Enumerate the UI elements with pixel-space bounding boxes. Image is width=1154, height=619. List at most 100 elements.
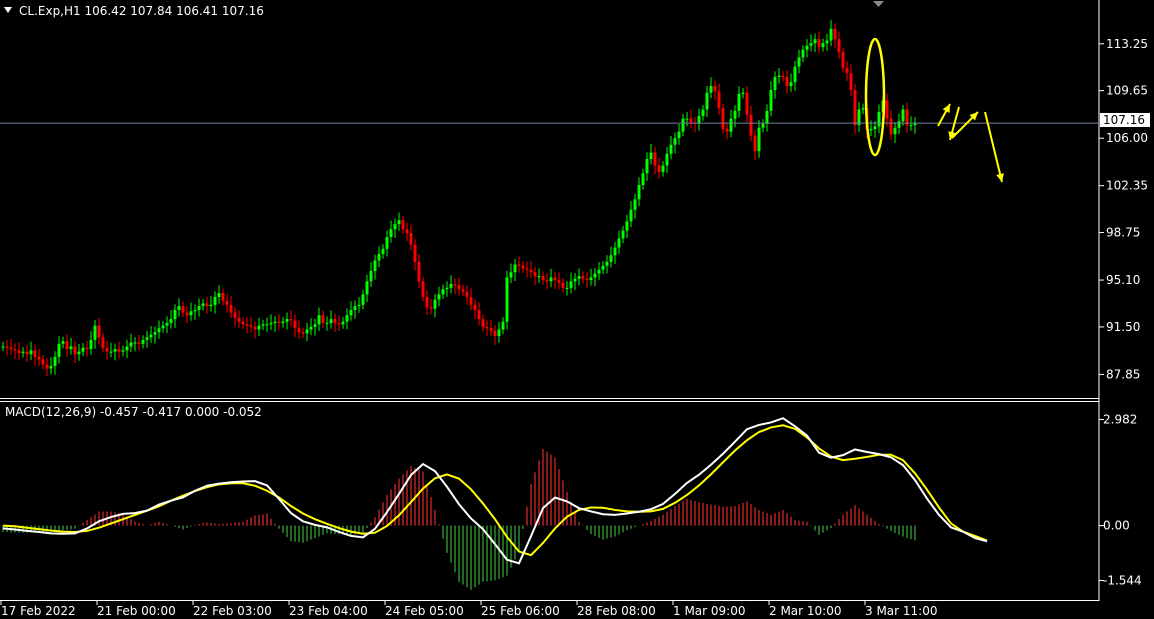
candle-body [121,350,125,352]
candle-body [681,118,685,132]
candle-body [545,280,549,282]
candle-body [741,92,745,94]
time-tick-label: 2 Mar 10:00 [769,604,842,618]
candle-body [525,268,529,270]
candle-body [13,349,17,351]
candle-body [673,138,677,145]
candle-body [897,121,901,128]
candle-body [753,135,757,152]
candle-body [677,131,681,139]
candle-body [573,278,577,282]
candle-body [725,129,729,132]
candle-body [129,342,133,347]
macd-tick-label: 0.00 [1103,519,1130,533]
price-tick-label: 98.75 [1106,226,1140,240]
candle-body [437,294,441,300]
candle-body [101,337,105,348]
candle-body [737,93,741,111]
candle-body [909,125,913,127]
candle-body [421,281,425,297]
candle-body [721,108,725,130]
candle-body [165,323,169,326]
time-tick-label: 28 Feb 08:00 [577,604,656,618]
candle-body [385,237,389,249]
candle-body [305,329,309,334]
candle-body [377,254,381,261]
candle-body [197,306,201,310]
candle-body [9,347,13,350]
candle-body [597,269,601,274]
candle-body [381,248,385,255]
candle-body [653,152,657,166]
price-tick-label: 102.35 [1106,179,1148,193]
candle-body [213,296,217,305]
candle-body [717,91,721,109]
candle-body [117,349,121,352]
candle-body [853,90,857,126]
macd-header: MACD(12,26,9) -0.457 -0.417 0.000 -0.052 [5,405,262,419]
candle-body [273,321,277,324]
candle-body [41,359,45,365]
candle-body [649,152,653,159]
candle-body [577,276,581,279]
candle-body [541,276,545,281]
candle-body [249,325,253,327]
candle-body [113,349,117,352]
candle-body [537,276,541,278]
candle-body [549,277,553,282]
candle-body [229,304,233,313]
candle-body [181,306,185,313]
candle-body [433,299,437,309]
candle-body [589,277,593,281]
candle-body [193,309,197,312]
candle-body [29,350,33,355]
macd-tick-label: 2.982 [1103,413,1137,427]
time-tick-label: 23 Feb 04:00 [289,604,368,618]
candle-body [345,315,349,322]
candle-body [189,311,193,316]
candle-body [513,264,517,273]
candle-body [729,118,733,132]
macd-tick-label: -1.544 [1103,573,1142,587]
candle-body [309,326,313,330]
candle-body [17,350,21,353]
candle-body [521,265,525,269]
candle-body [457,285,461,290]
candle-body [317,315,321,325]
candle-body [557,280,561,283]
candle-body [445,287,449,290]
candle-body [529,269,533,273]
candle-body [789,82,793,87]
candle-body [561,282,565,288]
candle-body [357,304,361,307]
candle-body [553,277,557,281]
price-tick-label: 113.25 [1106,37,1148,51]
candle-body [1,346,5,348]
candle-body [461,289,465,292]
candle-body [801,49,805,58]
candle-body [401,220,405,230]
candle-body [869,129,873,131]
candle-body [237,317,241,322]
candle-body [85,347,89,350]
candle-body [465,291,469,297]
candle-body [469,296,473,305]
candle-body [613,247,617,256]
candle-body [105,347,109,352]
candle-body [809,43,813,46]
candle-body [5,346,9,348]
candle-body [389,229,393,238]
time-tick-label: 3 Mar 11:00 [865,604,938,618]
candle-body [209,304,213,307]
candle-body [493,330,497,337]
candle-body [813,39,817,44]
candle-body [533,272,537,277]
time-tick-label: 21 Feb 00:00 [97,604,176,618]
time-tick-label: 17 Feb 2022 [1,604,76,618]
candle-body [825,40,829,44]
price-tick-label: 106.00 [1106,131,1148,145]
candle-body [349,309,353,316]
candle-body [821,43,825,48]
candle-body [81,347,85,352]
candle-body [441,289,445,295]
